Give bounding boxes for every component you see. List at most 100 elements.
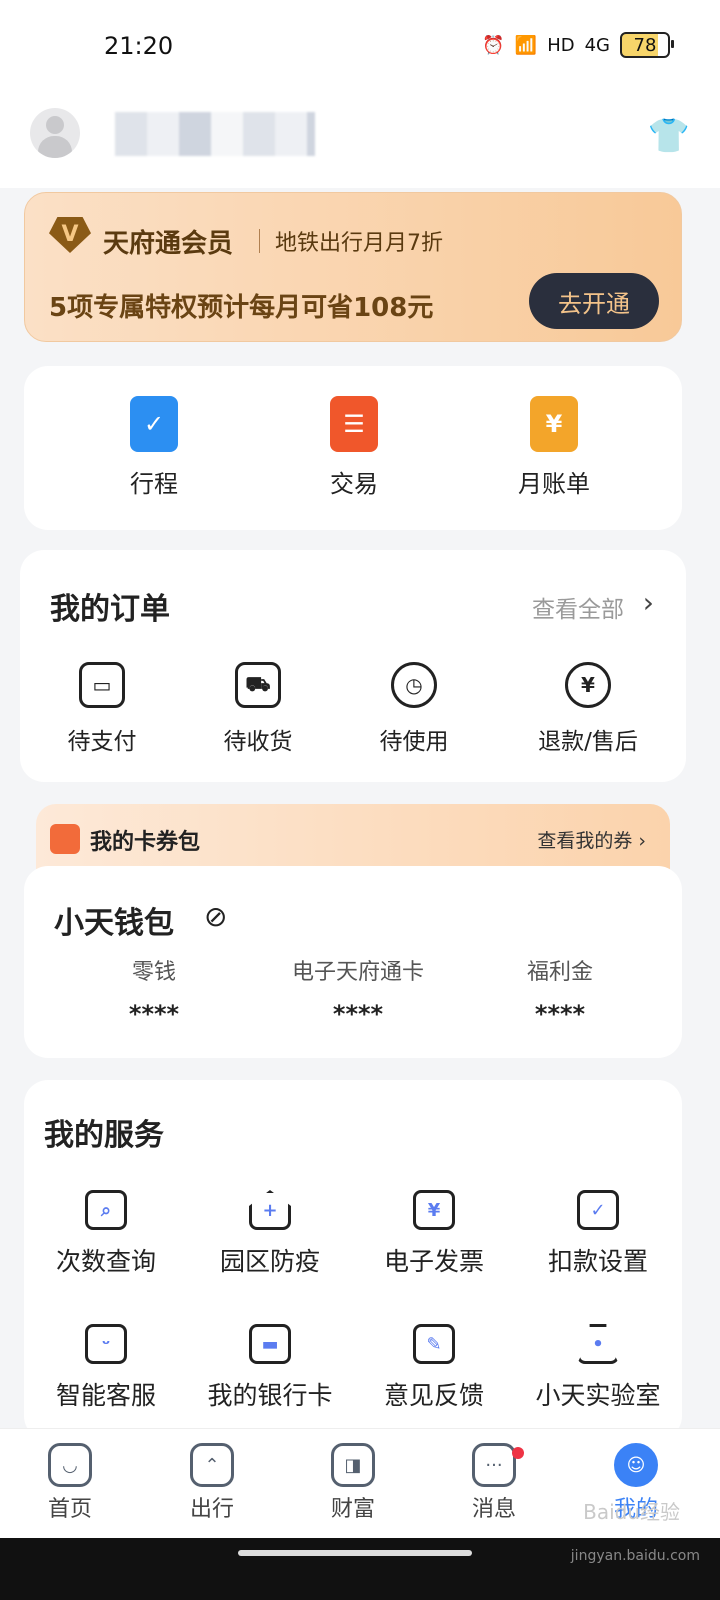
tab-home[interactable]: ◡ 首页: [20, 1443, 120, 1523]
service-label: 扣款设置: [547, 1247, 648, 1276]
battery-icon: 78: [620, 32, 674, 58]
home-indicator[interactable]: [238, 1550, 472, 1556]
tab-label: 消息: [471, 1497, 516, 1522]
wallet-label: 福利金: [526, 960, 593, 985]
status-icons: ⏰ 📶 HD 4G 78: [482, 32, 674, 58]
quick-actions-card: ✓ 行程 ☰ 交易 ¥ 月账单: [24, 366, 682, 530]
transaction-icon: ☰: [330, 396, 378, 452]
status-time: 21:20: [104, 32, 174, 60]
my-services-card: 我的服务 ⌕ 次数查询 + 园区防疫 ¥ 电子发票 ✓ 扣款设置 ᵕ 智能客服 …: [24, 1080, 682, 1440]
wallet-label: 电子天府通卡: [291, 960, 424, 985]
wifi-icon: 📶: [514, 34, 538, 56]
chevron-right-icon[interactable]: ›: [643, 586, 654, 619]
order-label: 待使用: [379, 729, 449, 755]
wallet-label: 零钱: [131, 960, 176, 985]
open-vip-button[interactable]: 去开通: [529, 273, 659, 329]
quick-label: 行程: [130, 470, 178, 498]
tab-travel[interactable]: ⌃ 出行: [162, 1443, 262, 1523]
avatar[interactable]: [30, 108, 80, 158]
eye-off-icon[interactable]: ⊘: [204, 900, 227, 933]
wallet-etianfu-card[interactable]: 电子天府通卡 ****: [258, 954, 458, 1028]
my-orders-card: 我的订单 查看全部 › ▭ 待支付 ⛟ 待收货 ◷ 待使用 ¥ 退款/售后: [20, 550, 686, 782]
order-label: 待支付: [67, 729, 137, 755]
service-label: 次数查询: [55, 1247, 156, 1276]
vip-title: 天府通会员: [103, 229, 234, 259]
coupon-title: 我的卡券包: [90, 830, 201, 855]
invoice-icon: ¥: [413, 1190, 455, 1230]
service-epidemic[interactable]: + 园区防疫: [188, 1190, 352, 1278]
service-bank-card[interactable]: ▬ 我的银行卡: [188, 1324, 352, 1412]
unread-dot: [512, 1447, 524, 1459]
wallet-icon: ▭: [79, 662, 125, 708]
tab-label: 首页: [47, 1497, 92, 1522]
order-pending-use[interactable]: ◷ 待使用: [344, 662, 484, 756]
tab-label: 财富: [330, 1497, 375, 1522]
watermark: Baidu经验: [583, 1500, 680, 1524]
check-card-icon: ✓: [577, 1190, 619, 1230]
order-refund[interactable]: ¥ 退款/售后: [518, 662, 658, 756]
vip-savings-text: 5项专属特权预计每月可省108元: [49, 293, 434, 323]
wallet-value: ****: [332, 1000, 384, 1028]
edit-icon: ✎: [413, 1324, 455, 1364]
service-label: 小天实验室: [535, 1381, 661, 1410]
wallet-welfare[interactable]: 福利金 ****: [460, 954, 660, 1028]
wallet-change[interactable]: 零钱 ****: [54, 954, 254, 1028]
order-label: 退款/售后: [538, 729, 638, 755]
services-title: 我的服务: [44, 1118, 164, 1153]
home-icon: ◡: [48, 1443, 92, 1487]
service-invoice[interactable]: ¥ 电子发票: [352, 1190, 516, 1278]
travel-icon: ⌃: [190, 1443, 234, 1487]
flask-icon: •: [577, 1324, 619, 1364]
order-pending-payment[interactable]: ▭ 待支付: [32, 662, 172, 756]
order-pending-delivery[interactable]: ⛟ 待收货: [188, 662, 328, 756]
coupon-icon: [50, 824, 80, 854]
message-icon: ···: [472, 1443, 516, 1487]
service-feedback[interactable]: ✎ 意见反馈: [352, 1324, 516, 1412]
service-label: 电子发票: [383, 1247, 484, 1276]
order-label: 待收货: [223, 729, 293, 755]
search-record-icon: ⌕: [85, 1190, 127, 1230]
smile-icon: ☺: [614, 1443, 658, 1487]
vip-banner[interactable]: V 天府通会员 地铁出行月月7折 5项专属特权预计每月可省108元 去开通: [24, 192, 682, 342]
orders-title: 我的订单: [50, 592, 170, 627]
service-count-query[interactable]: ⌕ 次数查询: [24, 1190, 188, 1278]
itinerary-icon: ✓: [130, 396, 178, 452]
tab-label: 出行: [189, 1497, 234, 1522]
bank-card-icon: ▬: [249, 1324, 291, 1364]
profile-header: 👕: [0, 96, 720, 188]
quick-itinerary[interactable]: ✓ 行程: [94, 396, 214, 499]
service-label: 我的银行卡: [207, 1381, 333, 1410]
wallet-value: ****: [534, 1000, 586, 1028]
quick-label: 月账单: [518, 470, 590, 498]
monthly-bill-icon: ¥: [530, 396, 578, 452]
view-coupons-link[interactable]: 查看我的券 ›: [537, 826, 646, 853]
house-plus-icon: +: [249, 1190, 291, 1230]
service-deduction-settings[interactable]: ✓ 扣款设置: [516, 1190, 680, 1278]
signal-label: 4G: [584, 34, 610, 56]
status-bar: 21:20 ⏰ 📶 HD 4G 78: [0, 0, 720, 96]
wallet-icon: ◨: [331, 1443, 375, 1487]
service-lab[interactable]: • 小天实验室: [516, 1324, 680, 1412]
service-ai-support[interactable]: ᵕ 智能客服: [24, 1324, 188, 1412]
tab-messages[interactable]: ··· 消息: [444, 1443, 544, 1523]
wallet-value: ****: [128, 1000, 180, 1028]
battery-level: 78: [633, 34, 657, 56]
clock-icon: ◷: [391, 662, 437, 708]
quick-transaction[interactable]: ☰ 交易: [294, 396, 414, 499]
skin-theme-icon[interactable]: 👕: [648, 116, 690, 156]
see-all-orders-link[interactable]: 查看全部: [532, 590, 624, 624]
vip-badge-icon: V: [49, 217, 91, 253]
vip-divider: [259, 229, 260, 253]
blurred-username: [115, 112, 315, 156]
service-label: 意见反馈: [383, 1381, 484, 1410]
refund-icon: ¥: [565, 662, 611, 708]
tab-wealth[interactable]: ◨ 财富: [303, 1443, 403, 1523]
watermark-url: jingyan.baidu.com: [570, 1548, 700, 1564]
quick-monthly-bill[interactable]: ¥ 月账单: [494, 396, 614, 499]
wallet-title: 小天钱包: [54, 906, 174, 941]
robot-chat-icon: ᵕ: [85, 1324, 127, 1364]
service-label: 智能客服: [55, 1381, 156, 1410]
service-label: 园区防疫: [219, 1247, 320, 1276]
vip-subtitle: 地铁出行月月7折: [275, 231, 443, 256]
hd-badge: HD: [547, 34, 575, 56]
